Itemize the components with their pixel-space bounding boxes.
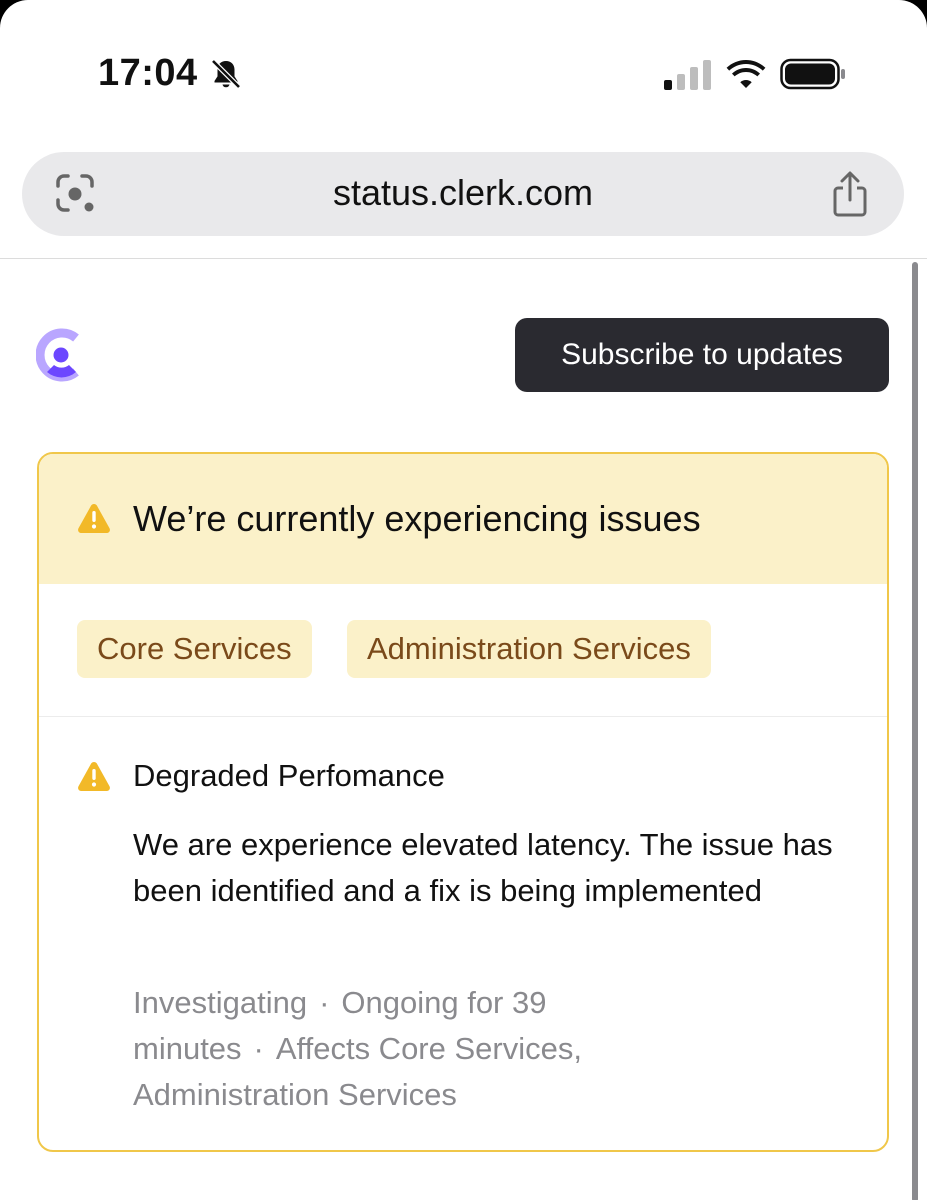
- cellular-signal-icon: [664, 60, 711, 90]
- battery-icon: [780, 58, 845, 90]
- separator-dot: ·: [319, 985, 330, 1020]
- phone-screen: 17:04 status.clerk.com Subscribe to upda…: [0, 0, 927, 1200]
- subscribe-button[interactable]: Subscribe to updates: [515, 318, 889, 392]
- url-text[interactable]: status.clerk.com: [22, 172, 904, 214]
- share-icon[interactable]: [830, 170, 870, 218]
- incident-card: We’re currently experiencing issues Core…: [37, 452, 889, 1152]
- browser-divider: [0, 258, 927, 259]
- incident-description: We are experience elevated latency. The …: [133, 827, 833, 908]
- banner-title: We’re currently experiencing issues: [133, 498, 701, 539]
- component-tag[interactable]: Administration Services: [347, 620, 711, 678]
- card-divider: [39, 716, 887, 717]
- wifi-icon: [726, 60, 766, 88]
- bell-slash-icon: [211, 59, 241, 89]
- scrollbar[interactable]: [912, 262, 918, 1200]
- warning-icon: [78, 762, 110, 791]
- incident-meta: Investigating · Ongoing for 39 minutes · Aff…: [133, 980, 693, 1118]
- clock: 17:04: [98, 52, 198, 94]
- banner: We’re currently experiencing issues: [39, 454, 887, 584]
- status-bar: 17:04: [0, 0, 927, 130]
- incident-status: Investigating: [133, 985, 308, 1020]
- warning-icon: [78, 504, 110, 533]
- clerk-logo-icon[interactable]: [36, 326, 86, 384]
- component-tag[interactable]: Core Services: [77, 620, 312, 678]
- address-bar[interactable]: status.clerk.com: [22, 152, 904, 236]
- separator-dot: ·: [253, 1031, 264, 1066]
- incident-title[interactable]: Degraded Perfomance: [133, 758, 445, 794]
